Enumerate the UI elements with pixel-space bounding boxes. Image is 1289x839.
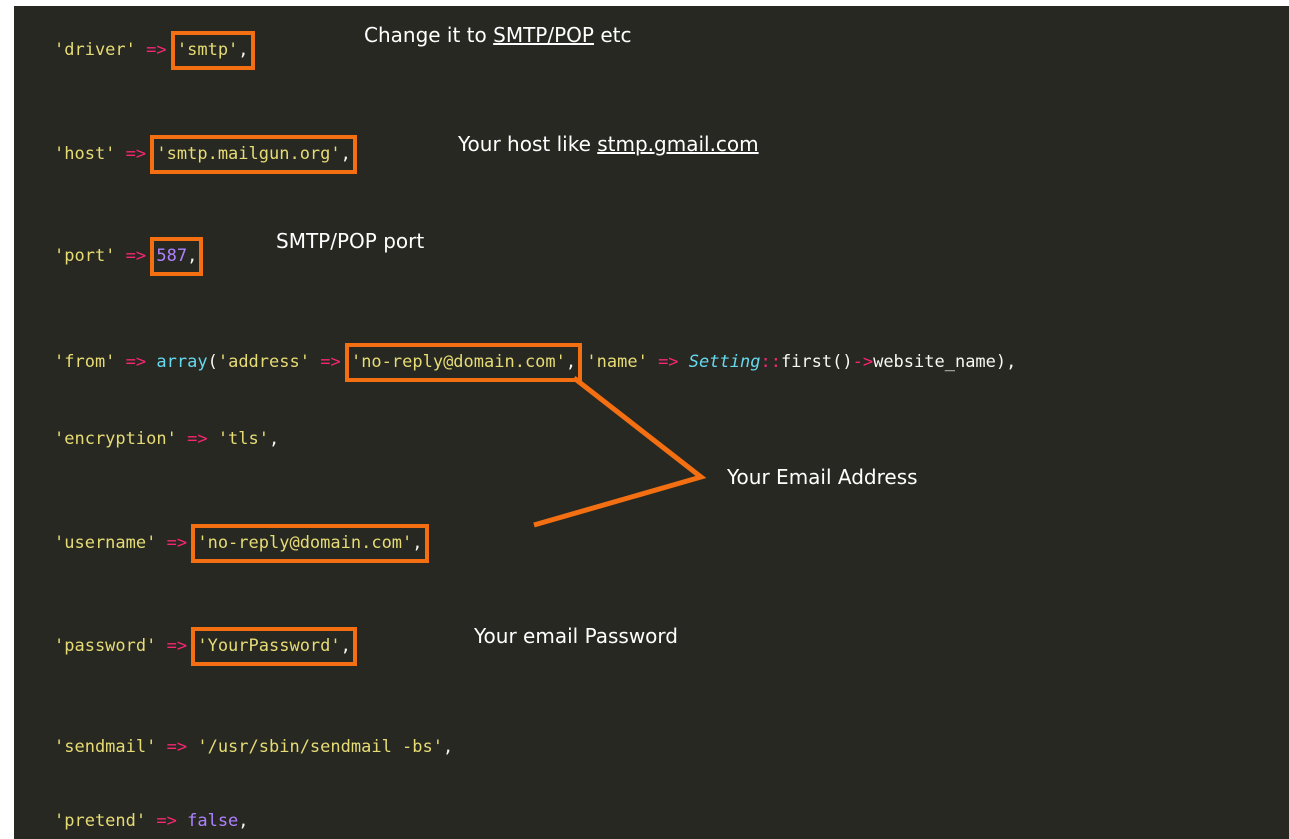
connector-line — [533, 376, 707, 528]
annotation-link-smtp-pop: SMTP/POP — [493, 23, 594, 47]
annotation-port: SMTP/POP port — [276, 229, 425, 253]
email-connector-lines — [533, 376, 707, 528]
code-editor: 'driver' => 'smtp', 'host' => 'smtp.mail… — [14, 6, 1289, 839]
annotation-link-gmail-host: stmp.gmail.com — [597, 132, 759, 156]
annotation-email: Your Email Address — [727, 465, 918, 489]
annotation-driver: Change it to SMTP/POP etc — [364, 23, 632, 47]
annotation-host: Your host like stmp.gmail.com — [458, 132, 759, 156]
annotation-password: Your email Password — [474, 624, 678, 648]
